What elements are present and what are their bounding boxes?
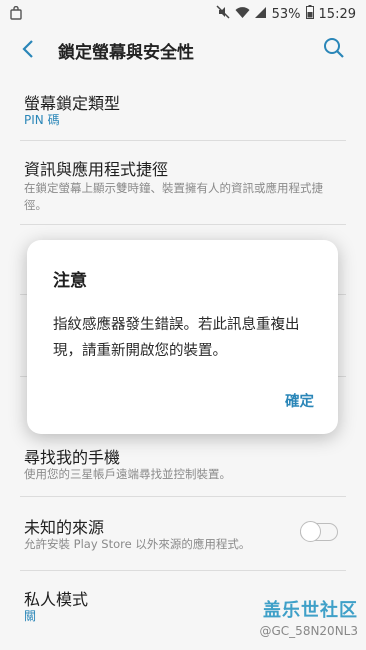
confirm-button[interactable]: 確定 (285, 390, 314, 411)
alert-dialog: 注意 指紋感應器發生錯誤。若此訊息重複出現，請重新開啟您的裝置。 確定 (27, 240, 338, 434)
watermark-brand: 盖乐世社区 (263, 600, 358, 621)
watermark-handle: @GC_58N20NL3 (259, 624, 359, 638)
watermark: 盖乐世社区 @GC_58N20NL3 (228, 596, 359, 638)
dialog-title: 注意 (53, 271, 87, 291)
dialog-message: 指紋感應器發生錯誤。若此訊息重複出現，請重新開啟您的裝置。 (53, 317, 300, 359)
